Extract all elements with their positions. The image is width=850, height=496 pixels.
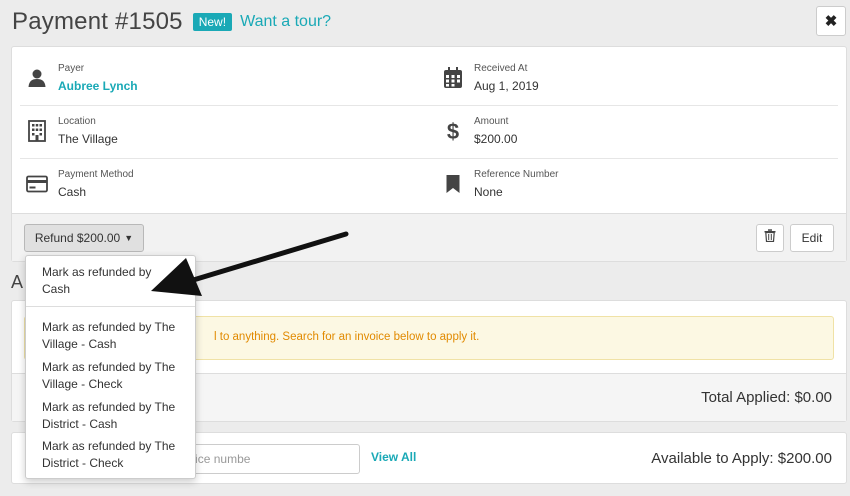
- payer-cell: Payer Aubree Lynch: [20, 53, 420, 106]
- tour-link[interactable]: Want a tour?: [240, 13, 331, 31]
- refund-dropdown-button[interactable]: Refund $200.00 ▼: [24, 224, 144, 252]
- delete-button[interactable]: [756, 224, 784, 252]
- menu-item-refund-cash[interactable]: Mark as refunded by Cash: [26, 264, 195, 298]
- page-title: Payment #1505: [12, 8, 183, 35]
- calendar-icon: [442, 67, 464, 89]
- payer-label: Payer: [58, 63, 85, 74]
- received-at-cell: Received At Aug 1, 2019: [436, 53, 836, 106]
- payment-details-card: Payer Aubree Lynch Received At Aug 1, 20…: [11, 46, 847, 262]
- caret-down-icon: ▼: [124, 233, 134, 243]
- payment-action-bar: Refund $200.00 ▼ Edit: [12, 213, 846, 261]
- close-icon: ✖: [824, 13, 838, 30]
- menu-item-refund-district-check[interactable]: Mark as refunded by The District - Check: [26, 438, 195, 472]
- received-at-value: Aug 1, 2019: [474, 79, 539, 93]
- refund-dropdown-menu: Mark as refunded by Cash Mark as refunde…: [25, 255, 196, 479]
- user-icon: [26, 67, 48, 89]
- location-label: Location: [58, 116, 96, 127]
- received-at-label: Received At: [474, 63, 528, 74]
- amount-label: Amount: [474, 116, 509, 127]
- building-icon: [26, 120, 48, 142]
- reference-number-value: None: [474, 185, 503, 199]
- payment-method-value: Cash: [58, 185, 87, 199]
- payment-method-cell: Payment Method Cash: [20, 159, 420, 212]
- new-badge: New!: [192, 13, 233, 31]
- location-cell: Location The Village: [20, 106, 420, 159]
- applied-section-heading: A: [11, 272, 24, 292]
- total-applied: Total Applied: $0.00: [701, 389, 832, 406]
- credit-card-icon: [26, 173, 48, 195]
- close-button[interactable]: ✖: [816, 6, 846, 36]
- amount-value: $200.00: [474, 132, 518, 146]
- view-all-link[interactable]: View All: [371, 450, 416, 464]
- menu-divider: [26, 306, 195, 307]
- location-value: The Village: [58, 132, 118, 146]
- refund-button-label: Refund $200.00: [34, 231, 121, 245]
- trash-icon: [764, 229, 776, 247]
- reference-number-cell: Reference Number None: [436, 159, 836, 212]
- payer-link[interactable]: Aubree Lynch: [58, 79, 138, 93]
- svg-text:$: $: [447, 119, 459, 143]
- details-row: Location The Village $ Amount $200.00: [20, 106, 838, 159]
- dollar-icon: $: [442, 119, 464, 143]
- available-to-apply: Available to Apply: $200.00: [651, 450, 832, 467]
- page-header: Payment #1505 New! Want a tour?: [12, 6, 331, 38]
- bookmark-icon: [442, 173, 464, 195]
- details-row: Payment Method Cash Reference Number Non…: [20, 159, 838, 212]
- menu-item-refund-village-check[interactable]: Mark as refunded by The Village - Check: [26, 359, 195, 393]
- details-row: Payer Aubree Lynch Received At Aug 1, 20…: [20, 53, 838, 106]
- menu-item-refund-district-cash[interactable]: Mark as refunded by The District - Cash: [26, 399, 195, 433]
- edit-button[interactable]: Edit: [790, 224, 834, 252]
- warning-text: l to anything. Search for an invoice bel…: [214, 331, 480, 343]
- reference-number-label: Reference Number: [474, 169, 559, 180]
- amount-cell: $ Amount $200.00: [436, 106, 836, 159]
- menu-item-refund-village-cash[interactable]: Mark as refunded by The Village - Cash: [26, 319, 195, 353]
- payment-method-label: Payment Method: [58, 169, 134, 180]
